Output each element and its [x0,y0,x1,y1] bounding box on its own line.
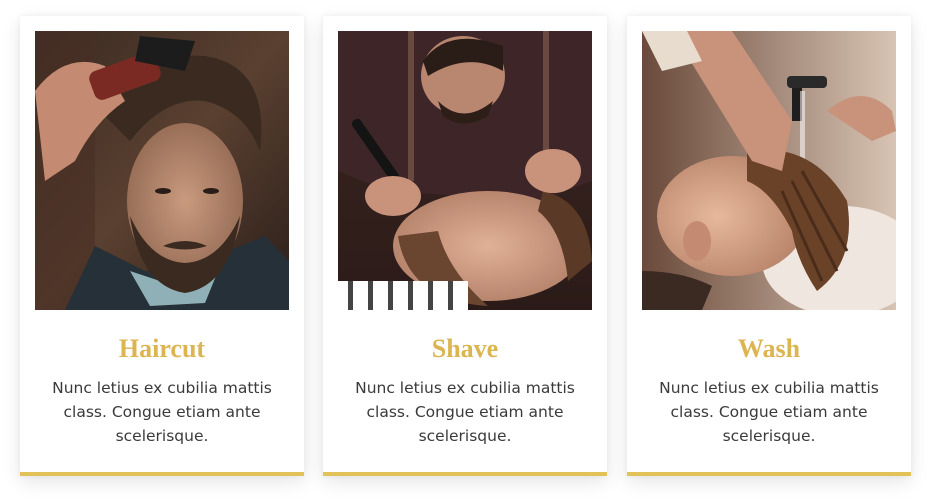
service-description: Nunc letius ex cubilia mattis class. Con… [659,379,879,445]
service-title: Shave [431,334,499,363]
wash-photo [642,31,896,310]
service-card-haircut[interactable]: Haircut Nunc letius ex cubilia mattis cl… [20,16,304,476]
service-description: Nunc letius ex cubilia mattis class. Con… [52,379,272,445]
service-card-shave[interactable]: Shave Nunc letius ex cubilia mattis clas… [323,16,607,476]
shave-photo [338,31,592,310]
service-title: Haircut [118,334,206,363]
service-description: Nunc letius ex cubilia mattis class. Con… [355,379,575,445]
haircut-photo [35,31,289,310]
service-card-wash[interactable]: Wash Nunc letius ex cubilia mattis class… [627,16,911,476]
service-title: Wash [737,334,801,363]
